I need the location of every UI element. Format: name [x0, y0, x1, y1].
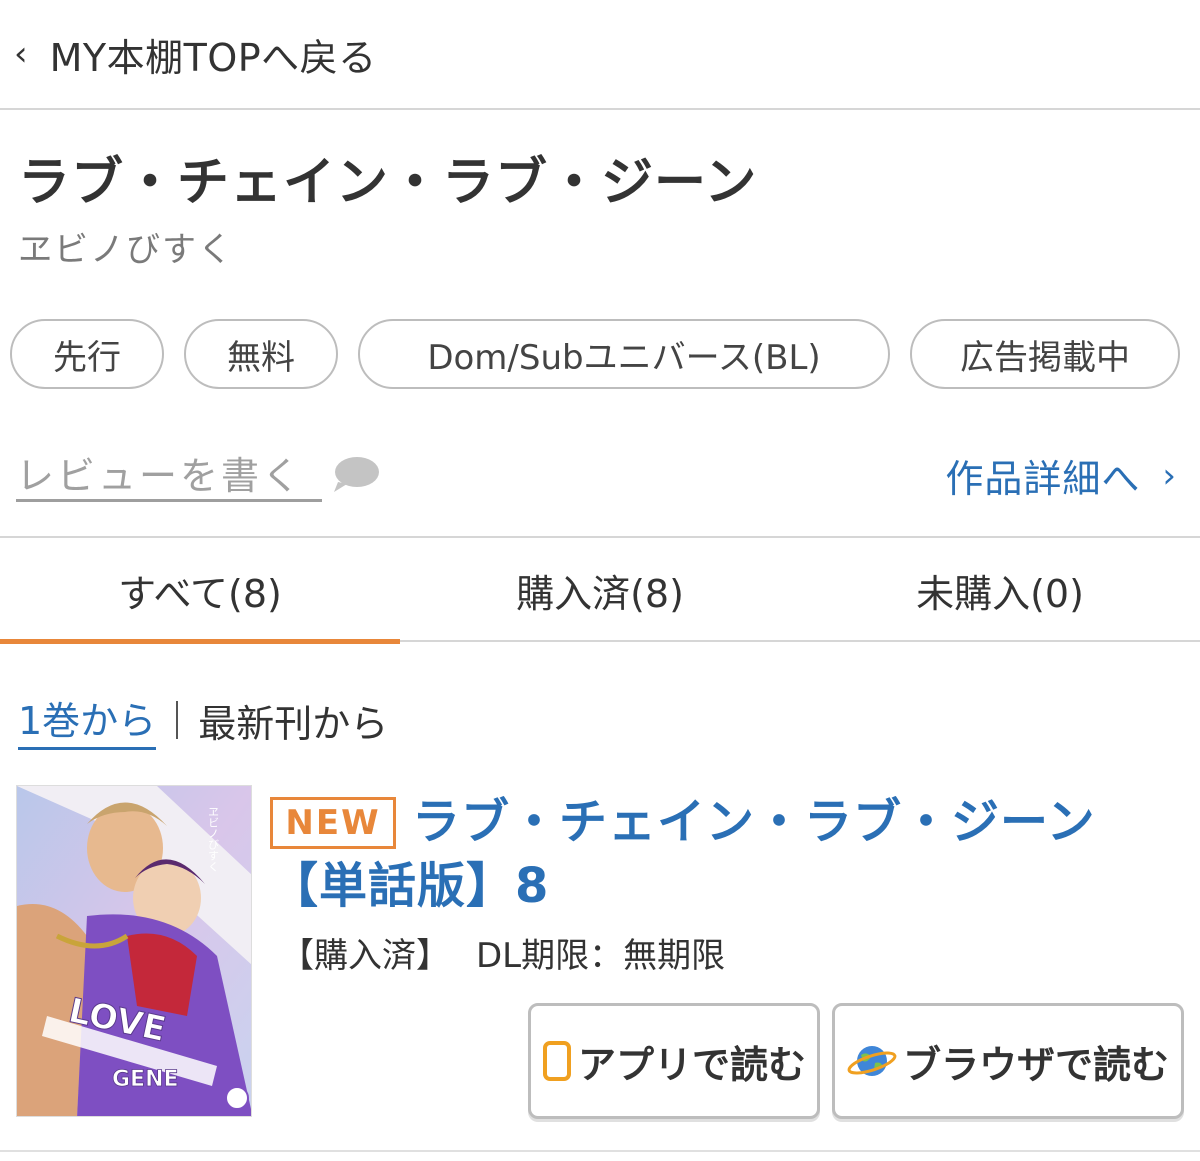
- work-details-link[interactable]: 作品詳細へ ›: [945, 448, 1176, 503]
- speech-bubble-icon[interactable]: [330, 454, 380, 494]
- sort-from-latest[interactable]: 最新刊から: [198, 693, 388, 748]
- volume-title-link[interactable]: ラブ・チェイン・ラブ・ジーン【単話版】8: [270, 790, 1180, 918]
- globe-icon: [847, 1039, 897, 1083]
- series-title: ラブ・チェイン・ラブ・ジーン: [18, 153, 758, 213]
- list-divider: [0, 1150, 1200, 1152]
- purchase-status: 【購入済】 DL期限：無期限: [280, 928, 725, 977]
- tag-list: 先行 無料 Dom/Subユニバース(BL) 広告掲載中: [10, 319, 1180, 389]
- read-in-browser-label: ブラウザで読む: [902, 1042, 1169, 1087]
- download-limit: DL期限：無期限: [476, 936, 726, 976]
- read-in-app-button[interactable]: アプリで読む: [528, 1003, 820, 1119]
- chevron-left-icon: ‹: [14, 34, 28, 74]
- tag-item[interactable]: Dom/Subユニバース(BL): [358, 319, 890, 389]
- cover-title-text-2: GENE: [112, 1067, 179, 1092]
- sort-from-first-volume[interactable]: 1巻から: [18, 690, 157, 750]
- read-in-app-label: アプリで読む: [577, 1042, 806, 1087]
- book-cover[interactable]: LOVE GENE ヱビノびすく: [16, 785, 252, 1117]
- purchased-label: 【購入済】: [280, 936, 450, 976]
- work-details-label: 作品詳細へ: [945, 457, 1141, 501]
- chevron-right-icon: ›: [1162, 455, 1176, 496]
- smartphone-icon: [542, 1040, 572, 1082]
- bookshelf-series-page: ‹ MY本棚TOPへ戻る ラブ・チェイン・ラブ・ジーン ヱビノびすく 先行 無料…: [0, 0, 1200, 1161]
- tab-all[interactable]: すべて(8): [0, 538, 400, 644]
- back-to-bookshelf-link[interactable]: ‹ MY本棚TOPへ戻る: [0, 0, 1200, 110]
- tab-not-purchased[interactable]: 未購入(0): [800, 538, 1200, 642]
- write-review-link[interactable]: レビューを書く: [16, 446, 322, 502]
- tag-item[interactable]: 広告掲載中: [910, 319, 1180, 389]
- tag-item[interactable]: 先行: [10, 319, 164, 389]
- read-in-browser-button[interactable]: ブラウザで読む: [832, 1003, 1184, 1119]
- back-label: MY本棚TOPへ戻る: [49, 35, 377, 80]
- cover-author-text: ヱビノびすく: [207, 806, 220, 872]
- purchase-filter-tabs: すべて(8) 購入済(8) 未購入(0): [0, 536, 1200, 644]
- tag-item[interactable]: 無料: [184, 319, 338, 389]
- sort-order: 1巻から 最新刊から: [18, 690, 388, 750]
- write-review-label: レビューを書く: [16, 454, 304, 498]
- sort-divider: [176, 701, 179, 739]
- tab-purchased[interactable]: 購入済(8): [400, 538, 800, 642]
- series-author: ヱビノびすく: [18, 230, 234, 270]
- cover-illustration: LOVE GENE ヱビノびすく: [17, 786, 251, 1116]
